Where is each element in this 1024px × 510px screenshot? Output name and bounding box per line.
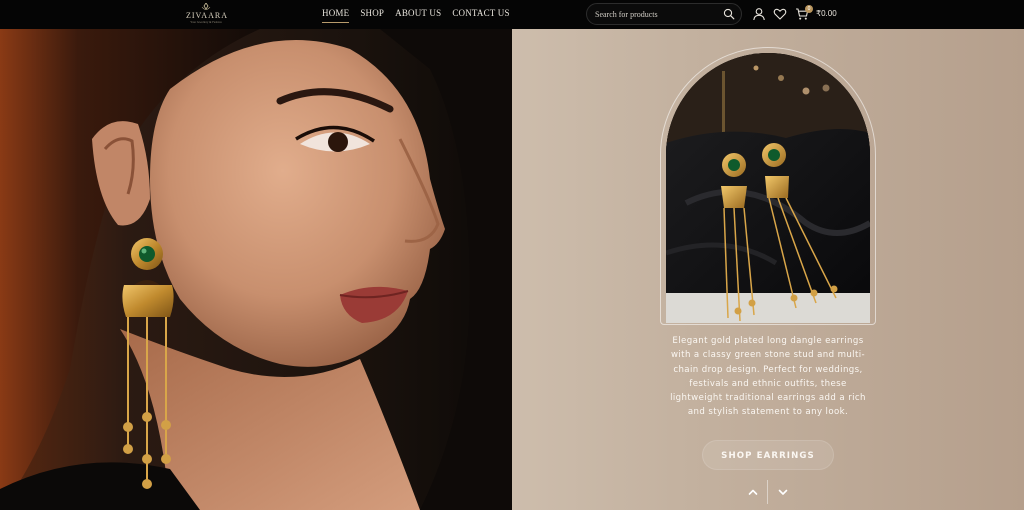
site-header: ZIVAARA Your Jewellery & Fashion HOME SH… [0, 0, 1024, 29]
search-input[interactable] [595, 7, 721, 21]
product-description: Elegant gold plated long dangle earrings… [670, 336, 866, 418]
product-earrings-photo [666, 53, 870, 323]
nav-home[interactable]: HOME [322, 8, 350, 23]
cart-count-badge: 0 [805, 5, 813, 13]
cart-total[interactable]: ₹0.00 [816, 9, 837, 19]
model-portrait [0, 29, 512, 510]
search-box [586, 3, 742, 25]
chevron-up-icon[interactable] [743, 482, 763, 502]
user-icon[interactable] [752, 7, 766, 21]
page: ZIVAARA Your Jewellery & Fashion HOME SH… [0, 0, 1024, 510]
logo-tagline: Your Jewellery & Fashion [190, 20, 222, 24]
hero-model-image [0, 29, 512, 510]
site-logo[interactable]: ZIVAARA Your Jewellery & Fashion [186, 3, 228, 27]
slider-controls [738, 480, 798, 504]
nav-contact-us[interactable]: CONTACT US [452, 8, 509, 23]
chevron-down-icon[interactable] [773, 482, 793, 502]
logo-text: ZIVAARA [186, 11, 228, 20]
main-nav: HOME SHOP ABOUT US CONTACT US [322, 8, 510, 23]
heart-icon[interactable] [773, 7, 787, 21]
slider-divider [767, 480, 768, 504]
hero-product-panel: Elegant gold plated long dangle earrings… [512, 29, 1024, 510]
nav-shop[interactable]: SHOP [360, 8, 384, 23]
search-icon[interactable] [723, 8, 735, 20]
product-arch-image [666, 53, 870, 323]
nav-about-us[interactable]: ABOUT US [395, 8, 441, 23]
shop-earrings-button[interactable]: SHOP EARRINGS [702, 440, 834, 470]
